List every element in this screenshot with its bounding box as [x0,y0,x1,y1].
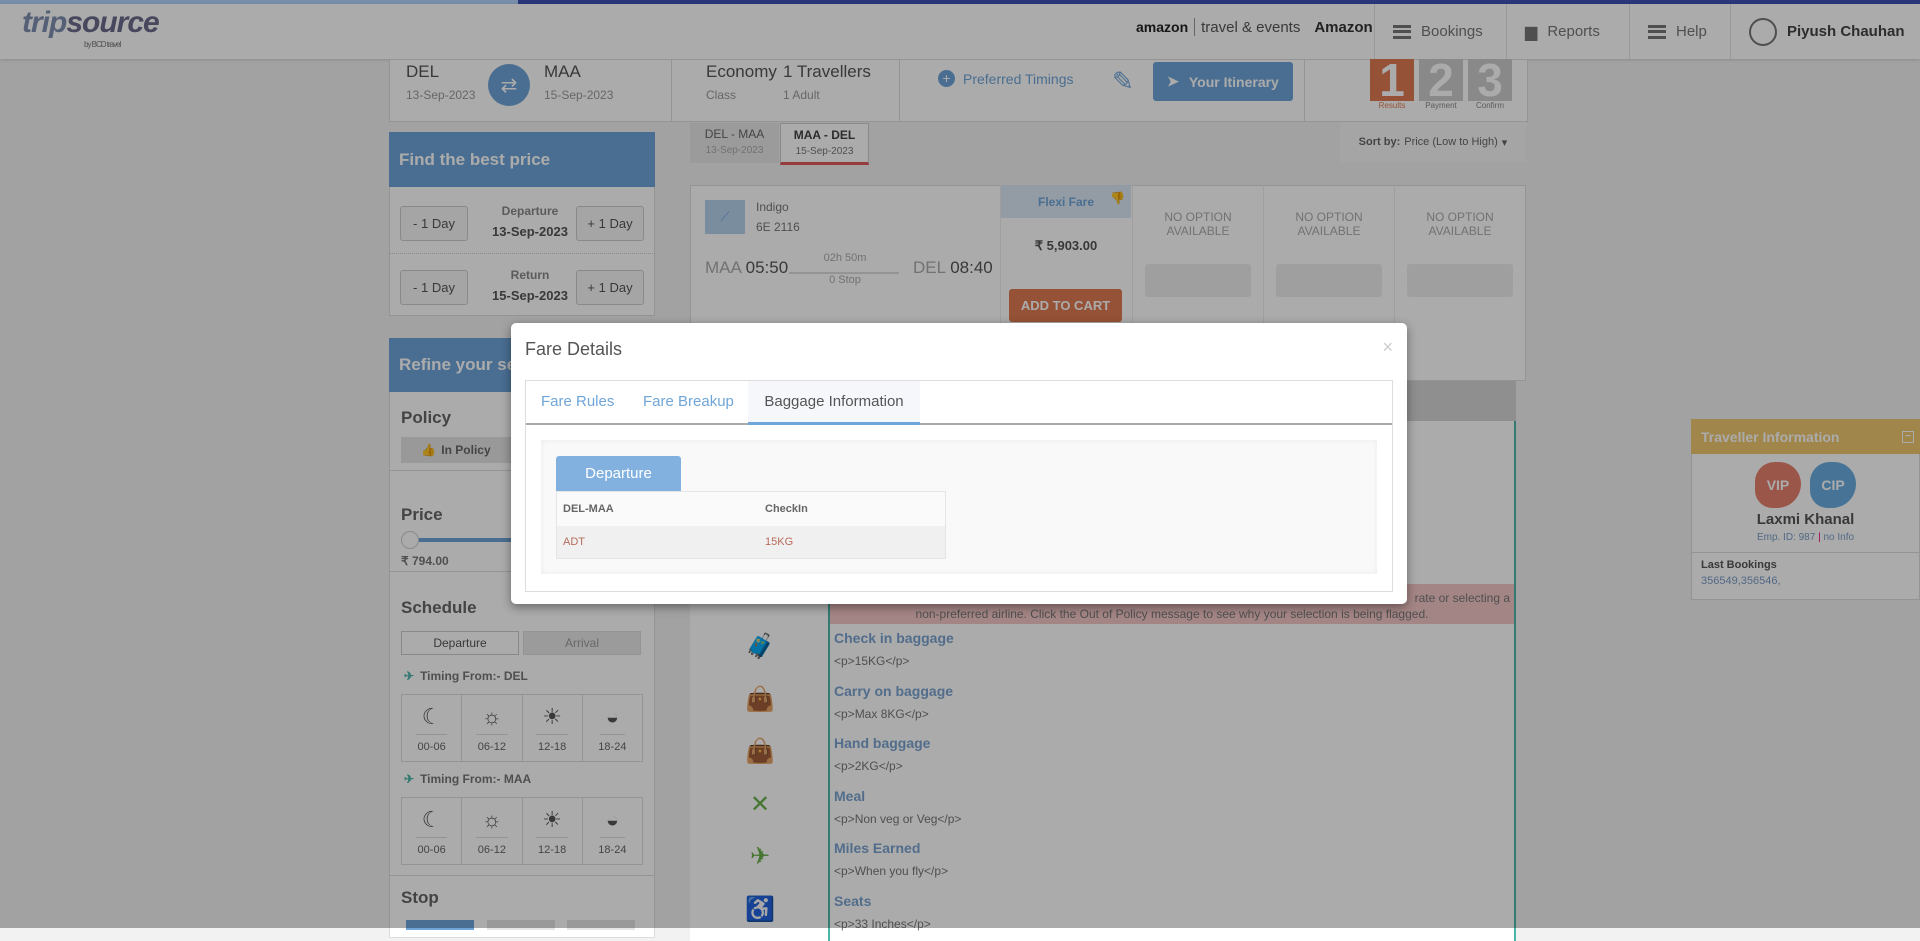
fare-details-modal: Fare Details × Fare Rules Fare Breakup B… [511,323,1407,604]
tab-fare-breakup[interactable]: Fare Breakup [643,393,734,410]
sub-tab-departure[interactable]: Departure [556,456,681,491]
tab-baggage-information[interactable]: Baggage Information [748,381,920,425]
table-row: ADT 15KG [557,526,945,558]
table-header: DEL-MAA CheckIn [557,492,945,526]
close-icon[interactable]: × [1382,337,1393,358]
tab-fare-rules[interactable]: Fare Rules [541,393,614,410]
baggage-table: DEL-MAA CheckIn ADT 15KG [556,491,946,559]
modal-title: Fare Details [525,339,623,359]
